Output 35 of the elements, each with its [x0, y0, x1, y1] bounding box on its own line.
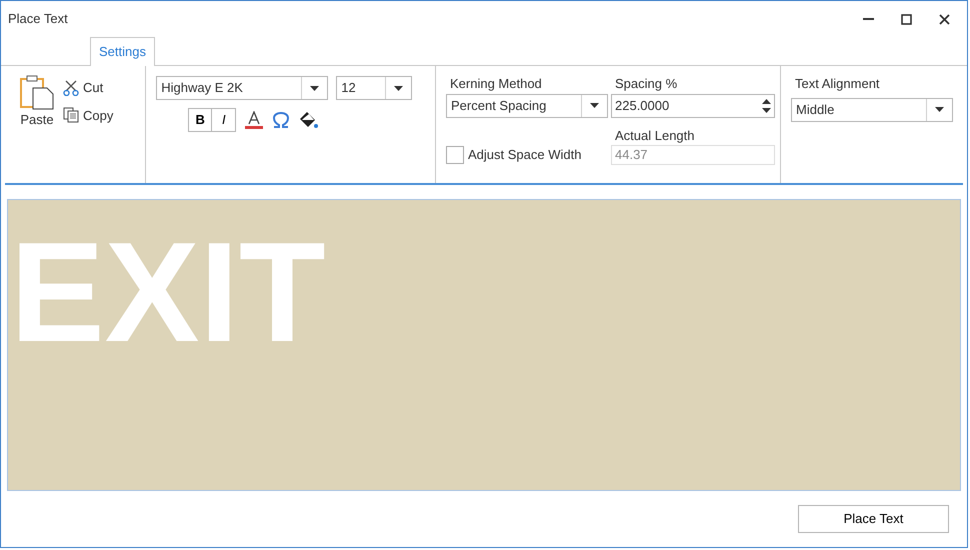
paint-bucket-icon[interactable]: [298, 111, 318, 129]
actual-length-field: 44.37: [611, 145, 775, 165]
paste-label[interactable]: Paste: [20, 110, 54, 130]
maximize-icon[interactable]: [900, 14, 912, 24]
caret-icon[interactable]: [310, 86, 320, 90]
omega-icon[interactable]: [272, 112, 290, 128]
checkbox[interactable]: [446, 146, 464, 164]
caret-icon[interactable]: [590, 103, 599, 108]
window-title: Place Text: [8, 11, 68, 26]
field-label: Kerning Method: [449, 75, 543, 93]
text-alignment-dropdown[interactable]: Middle: [791, 98, 953, 122]
clipboard-icon[interactable]: [19, 74, 55, 110]
font-size-dropdown[interactable]: 12: [336, 76, 412, 100]
bold-button[interactable]: B: [188, 108, 212, 132]
spin-arrows-icon[interactable]: [762, 98, 771, 112]
caret-icon[interactable]: [394, 86, 404, 90]
scissors-icon[interactable]: [63, 80, 79, 96]
preview-text: EXIT: [9, 222, 327, 364]
field-label: Spacing %: [614, 75, 678, 93]
minimize-icon[interactable]: [862, 18, 874, 20]
close-icon[interactable]: [938, 14, 950, 24]
spacing-spin-field[interactable]: 225.0000: [611, 94, 775, 118]
checkbox-label[interactable]: Adjust Space Width: [468, 145, 582, 165]
kerning-method-dropdown[interactable]: Percent Spacing: [446, 94, 608, 118]
place-text-button[interactable]: Place Text: [798, 505, 949, 533]
copy-label[interactable]: Copy: [83, 106, 114, 125]
font-color-icon[interactable]: [244, 111, 264, 129]
copy-icon[interactable]: [63, 107, 79, 124]
font-family-dropdown[interactable]: Highway E 2K: [156, 76, 328, 100]
field-label: Text Alignment: [794, 75, 881, 93]
tab[interactable]: Settings: [90, 36, 155, 66]
cut-label[interactable]: Cut: [83, 78, 104, 98]
italic-button[interactable]: I: [212, 108, 236, 132]
field-label: Actual Length: [614, 126, 696, 145]
caret-icon[interactable]: [935, 107, 944, 112]
